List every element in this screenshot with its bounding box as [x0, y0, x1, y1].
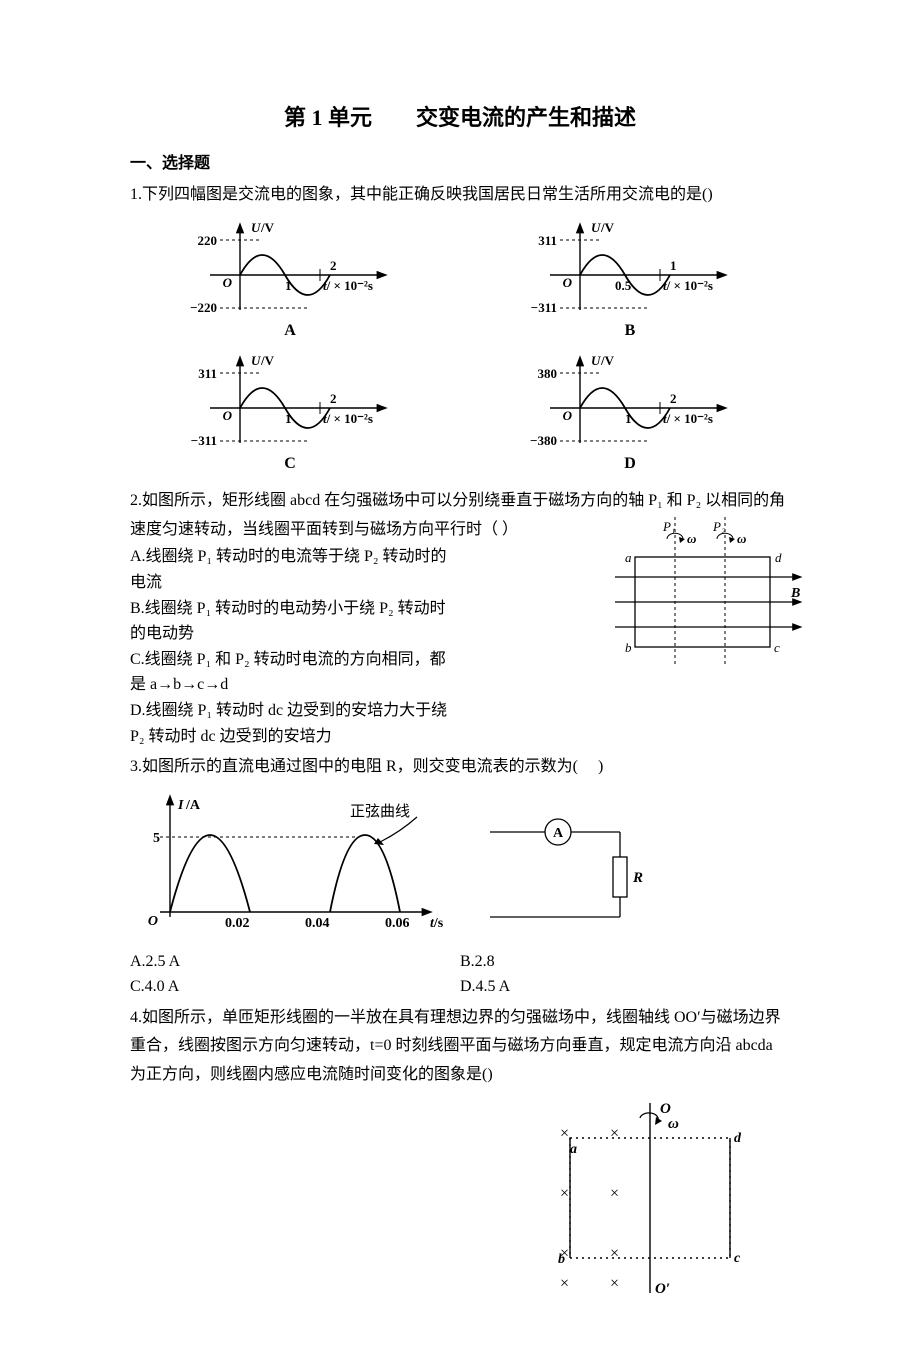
- val-380: 380: [538, 366, 558, 381]
- page-title: 第 1 单元 交变电流的产生和描述: [130, 100, 790, 135]
- origin-O: O: [563, 275, 573, 290]
- q3-option-A: A.2.5 A: [130, 949, 460, 975]
- corner-a: a: [625, 550, 632, 565]
- yaxis-V: /V: [260, 220, 275, 235]
- cross-icon: ×: [610, 1245, 619, 1262]
- x2: 2: [670, 391, 677, 406]
- origin-O: O: [223, 408, 233, 423]
- q4-text: 4.如图所示，单匝矩形线圈的一半放在具有理想边界的匀强磁场中，线圈轴线 OO′与…: [130, 1004, 790, 1090]
- yaxis-A: /A: [185, 798, 201, 813]
- yaxis-U: U: [251, 353, 261, 368]
- yaxis-I: I: [177, 798, 184, 813]
- section-header: 一、选择题: [130, 151, 790, 177]
- val-220: 220: [198, 233, 218, 248]
- q1-text: 1.下列四幅图是交流电的图象，其中能正确反映我国居民日常生活所用交流电的是(): [130, 181, 790, 210]
- curve-label: 正弦曲线: [350, 803, 410, 820]
- corner-a: a: [570, 1142, 577, 1157]
- corner-d: d: [734, 1131, 742, 1146]
- graph-C: 311 −311 O 1 2 U /V t/ × 10⁻²s C: [130, 353, 450, 477]
- question-2: 2.如图所示，矩形线圈 abcd 在匀强磁场中可以分别绕垂直于磁场方向的轴 P₁…: [130, 487, 790, 749]
- yaxis-V: /V: [260, 353, 275, 368]
- x3: 0.06: [385, 916, 410, 931]
- q2-option-B: B.线圈绕 P₁ 转动时的电动势小于绕 P₂ 转动时的电动势: [130, 596, 460, 647]
- graph-D: 380 −380 O 1 2 U /V t/ × 10⁻²s D: [470, 353, 790, 477]
- question-1: 1.下列四幅图是交流电的图象，其中能正确反映我国居民日常生活所用交流电的是() …: [130, 181, 790, 477]
- corner-b: b: [625, 640, 632, 655]
- x2: 1: [670, 258, 677, 273]
- xaxis: t/s: [430, 916, 444, 931]
- label-C: C: [284, 451, 296, 477]
- q2-option-A: A.线圈绕 P₁ 转动时的电流等于绕 P₂ 转动时的电流: [130, 544, 460, 595]
- val--311: −311: [191, 433, 217, 448]
- yaxis-V: /V: [600, 220, 615, 235]
- x2: 2: [330, 258, 337, 273]
- q3-option-B: B.2.8: [460, 949, 790, 975]
- graph-B: 311 −311 O 0.5 1 U /V t/ × 10⁻²s B: [470, 220, 790, 344]
- xaxis: t/ × 10⁻²s: [663, 278, 713, 293]
- cross-icon: ×: [610, 1125, 619, 1142]
- yaxis-U: U: [591, 353, 601, 368]
- q4-figure: × × × × × × × × O ω a d b c O′: [130, 1098, 790, 1298]
- xaxis: t/ × 10⁻²s: [323, 278, 373, 293]
- Oprime-label: O′: [655, 1281, 670, 1297]
- B-label: B: [790, 586, 800, 601]
- omega-label: ω: [668, 1116, 679, 1132]
- q2-figure: P₁ P₂ ω ω a d b c B: [605, 517, 805, 676]
- origin-O: O: [148, 914, 158, 929]
- resistor-R: R: [632, 870, 643, 886]
- y5: 5: [153, 831, 160, 846]
- val--311: −311: [531, 300, 557, 315]
- corner-c: c: [774, 640, 780, 655]
- q3-option-C: C.4.0 A: [130, 974, 460, 1000]
- cross-icon: ×: [610, 1275, 619, 1292]
- xaxis: t/ × 10⁻²s: [663, 411, 713, 426]
- O-label: O: [660, 1101, 671, 1117]
- yaxis-U: U: [591, 220, 601, 235]
- q3-figure: 5 O I /A 0.02 0.04 0.06 t/s 正弦曲线 A R: [130, 792, 790, 941]
- corner-c: c: [734, 1251, 741, 1266]
- q3-text: 3.如图所示的直流电通过图中的电阻 R，则交变电流表的示数为( ): [130, 753, 790, 782]
- cross-icon: ×: [610, 1185, 619, 1202]
- question-4: 4.如图所示，单匝矩形线圈的一半放在具有理想边界的匀强磁场中，线圈轴线 OO′与…: [130, 1004, 790, 1298]
- yaxis-V: /V: [600, 353, 615, 368]
- x1: 0.02: [225, 916, 250, 931]
- label-A: A: [284, 318, 296, 344]
- x1: 1: [625, 411, 632, 426]
- label-D: D: [624, 451, 636, 477]
- P2-label: P₂: [712, 519, 726, 534]
- x1: 0.5: [615, 278, 632, 293]
- corner-d: d: [775, 550, 782, 565]
- yaxis-U: U: [251, 220, 261, 235]
- cross-icon: ×: [560, 1185, 569, 1202]
- cross-icon: ×: [560, 1125, 569, 1142]
- xaxis: t/ × 10⁻²s: [323, 411, 373, 426]
- x1: 1: [285, 278, 292, 293]
- omega2: ω: [737, 531, 746, 546]
- origin-O: O: [223, 275, 233, 290]
- corner-b: b: [558, 1252, 565, 1267]
- label-B: B: [625, 318, 636, 344]
- graph-A: 220 −220 O 1 2 U /V t/ × 10⁻²s A: [130, 220, 450, 344]
- q2-option-C: C.线圈绕 P₁ 和 P₂ 转动时电流的方向相同，都是 a→b→c→d: [130, 647, 460, 698]
- val--380: −380: [530, 433, 557, 448]
- cross-icon: ×: [560, 1275, 569, 1292]
- ammeter-A: A: [553, 826, 564, 841]
- question-3: 3.如图所示的直流电通过图中的电阻 R，则交变电流表的示数为( ) 5 O I …: [130, 753, 790, 1000]
- q2-option-D: D.线圈绕 P₁ 转动时 dc 边受到的安培力大于绕 P₂ 转动时 dc 边受到…: [130, 698, 460, 749]
- x2: 2: [330, 391, 337, 406]
- x2: 0.04: [305, 916, 330, 931]
- val--220: −220: [190, 300, 217, 315]
- val-311: 311: [198, 366, 217, 381]
- P1-label: P₁: [662, 519, 675, 534]
- val-311: 311: [538, 233, 557, 248]
- x1: 1: [285, 411, 292, 426]
- origin-O: O: [563, 408, 573, 423]
- q3-option-D: D.4.5 A: [460, 974, 790, 1000]
- omega1: ω: [687, 531, 696, 546]
